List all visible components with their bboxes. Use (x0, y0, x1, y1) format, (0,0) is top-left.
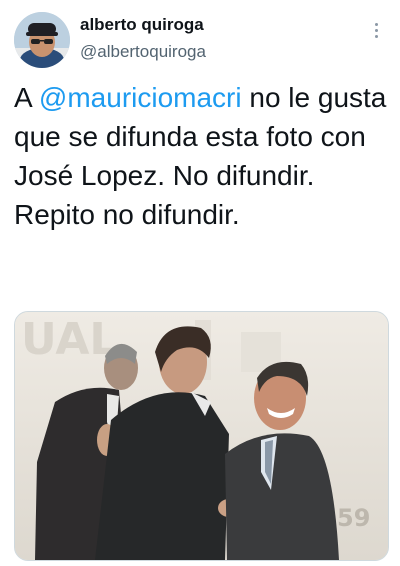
author-handle[interactable]: @albertoquiroga (80, 40, 206, 64)
more-vertical-icon[interactable] (366, 20, 386, 40)
author-names: alberto quiroga @albertoquiroga (80, 14, 206, 64)
photo-two-men-handshake: UAL 59 (15, 312, 388, 560)
tweet-photo[interactable]: UAL 59 (14, 311, 389, 561)
tweet-text: A @mauriciomacri no le gusta que se difu… (14, 78, 388, 234)
author-display-name[interactable]: alberto quiroga (80, 14, 206, 36)
tweet-header: alberto quiroga @albertoquiroga (14, 12, 386, 68)
avatar-photo (14, 12, 70, 68)
mention-link[interactable]: @mauriciomacri (39, 82, 242, 113)
author-avatar[interactable] (14, 12, 70, 68)
backdrop-text: UAL (21, 314, 117, 365)
corner-logo-text: 59 (337, 504, 370, 532)
tweet-text-before: A (14, 82, 39, 113)
